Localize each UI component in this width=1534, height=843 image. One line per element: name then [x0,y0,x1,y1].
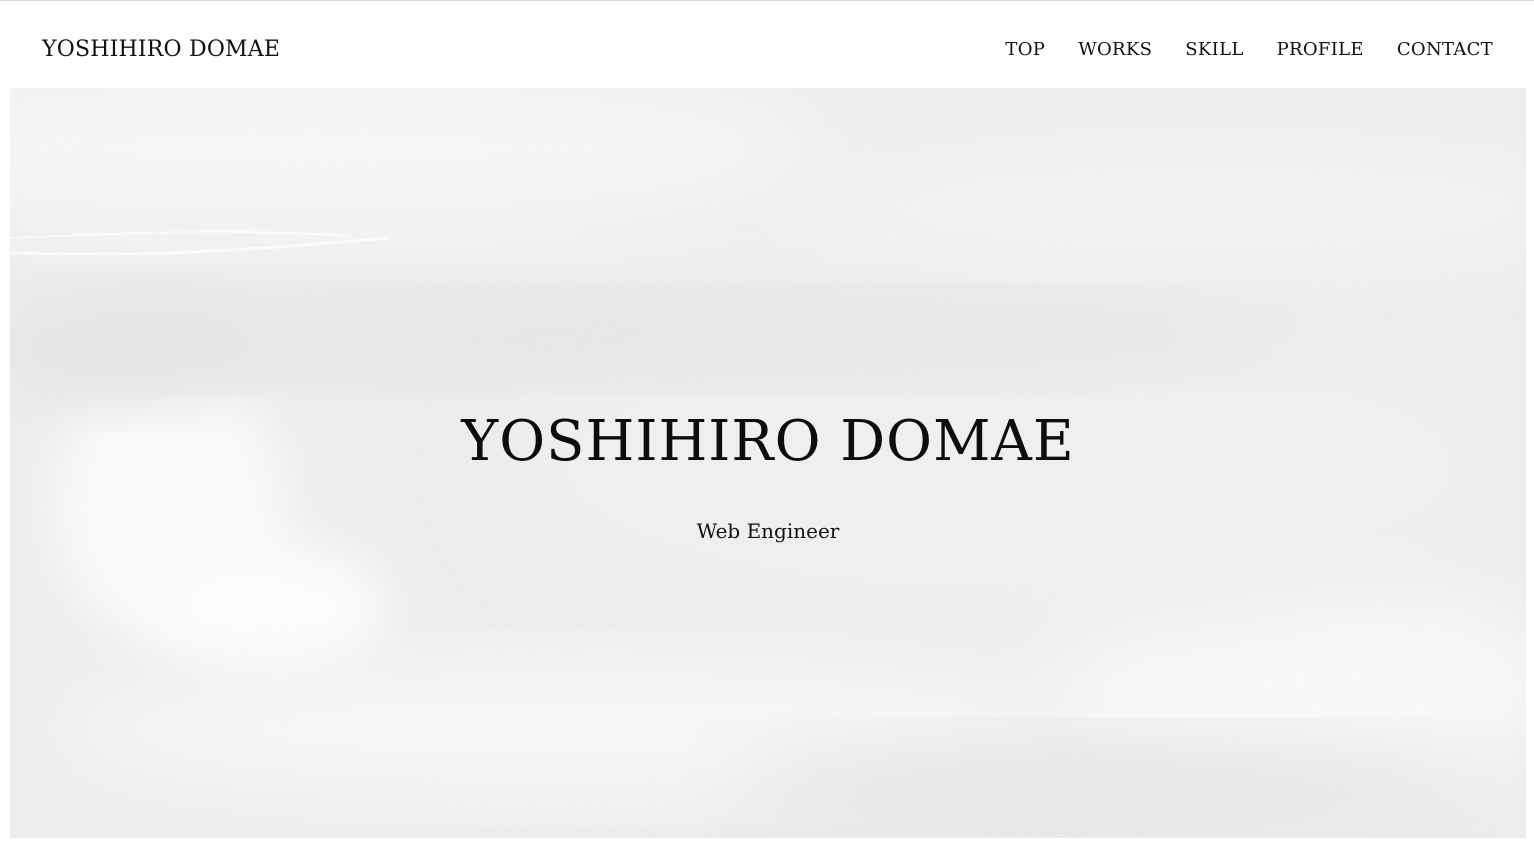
nav-item-skill[interactable]: SKILL [1185,39,1243,61]
hero-section: YOSHIHIRO DOMAE Web Engineer [10,88,1526,838]
hero-title: YOSHIHIRO DOMAE [461,409,1075,474]
nav-item-works[interactable]: WORKS [1078,39,1152,61]
hero-subtitle: Web Engineer [696,519,840,543]
global-nav: TOP WORKS SKILL PROFILE CONTACT [1005,39,1493,61]
nav-item-top[interactable]: TOP [1005,39,1045,61]
nav-item-contact[interactable]: CONTACT [1397,39,1493,61]
site-header: YOSHIHIRO DOMAE TOP WORKS SKILL PROFILE … [0,1,1534,87]
site-logo[interactable]: YOSHIHIRO DOMAE [42,37,280,63]
nav-item-profile[interactable]: PROFILE [1277,39,1364,61]
